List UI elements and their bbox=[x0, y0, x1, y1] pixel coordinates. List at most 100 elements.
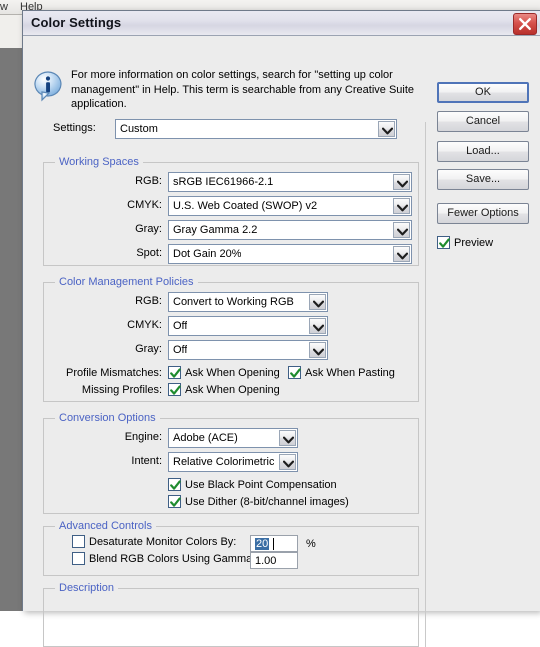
checkbox-black-point-compensation[interactable]: Use Black Point Compensation bbox=[168, 478, 337, 491]
working-spaces-spot-value: Dot Gain 20% bbox=[173, 248, 241, 260]
conversion-intent-label: Intent: bbox=[44, 455, 162, 467]
chevron-down-icon[interactable] bbox=[279, 430, 296, 446]
policies-gray-value: Off bbox=[173, 344, 187, 356]
conversion-row-engine: Engine: Adobe (ACE) bbox=[44, 428, 418, 448]
policies-row-missing-profiles: Missing Profiles: Ask When Opening bbox=[44, 381, 418, 401]
color-settings-dialog: Color Settings bbox=[22, 10, 540, 611]
blend-gamma-value: 1.00 bbox=[255, 555, 276, 567]
working-spaces-cmyk-label: CMYK: bbox=[44, 199, 162, 211]
profile-mismatches-label: Profile Mismatches: bbox=[44, 367, 162, 379]
checkmark-icon bbox=[168, 383, 181, 396]
desaturate-monitor-colors-label: Desaturate Monitor Colors By: bbox=[89, 536, 236, 548]
working-spaces-row-gray: Gray: Gray Gamma 2.2 bbox=[44, 220, 418, 240]
working-spaces-group: Working Spaces RGB: sRGB IEC61966-2.1 CM… bbox=[43, 162, 419, 266]
chevron-down-icon[interactable] bbox=[309, 318, 326, 334]
working-spaces-row-spot: Spot: Dot Gain 20% bbox=[44, 244, 418, 264]
checkbox-missing-opening-label: Ask When Opening bbox=[185, 384, 280, 396]
conversion-row-intent: Intent: Relative Colorimetric bbox=[44, 452, 418, 472]
policies-title: Color Management Policies bbox=[55, 276, 198, 288]
chevron-down-icon[interactable] bbox=[309, 342, 326, 358]
desaturate-value-input[interactable]: 20 bbox=[250, 535, 298, 552]
conversion-title: Conversion Options bbox=[55, 412, 160, 424]
policies-cmyk-select[interactable]: Off bbox=[168, 316, 328, 336]
chevron-down-icon[interactable] bbox=[393, 174, 410, 190]
policies-cmyk-label: CMYK: bbox=[44, 319, 162, 331]
checkbox-box bbox=[72, 552, 85, 565]
dialog-title: Color Settings bbox=[31, 15, 121, 30]
checkmark-icon bbox=[437, 236, 450, 249]
chevron-down-icon[interactable] bbox=[393, 198, 410, 214]
settings-row: Settings: Custom bbox=[31, 119, 419, 139]
working-spaces-spot-select[interactable]: Dot Gain 20% bbox=[168, 244, 412, 264]
policies-rgb-value: Convert to Working RGB bbox=[173, 296, 294, 308]
working-spaces-row-rgb: RGB: sRGB IEC61966-2.1 bbox=[44, 172, 418, 192]
policies-rgb-label: RGB: bbox=[44, 295, 162, 307]
use-dither-label: Use Dither (8-bit/channel images) bbox=[185, 496, 349, 508]
working-spaces-row-cmyk: CMYK: U.S. Web Coated (SWOP) v2 bbox=[44, 196, 418, 216]
description-group: Description bbox=[43, 588, 419, 647]
checkbox-mismatch-ask-when-pasting[interactable]: Ask When Pasting bbox=[288, 366, 395, 379]
desaturate-value: 20 bbox=[255, 538, 269, 550]
text-caret bbox=[273, 538, 274, 550]
working-spaces-gray-value: Gray Gamma 2.2 bbox=[173, 224, 257, 236]
cancel-button[interactable]: Cancel bbox=[437, 111, 529, 132]
checkbox-missing-ask-when-opening[interactable]: Ask When Opening bbox=[168, 383, 280, 396]
checkbox-preview[interactable]: Preview bbox=[437, 236, 493, 249]
working-spaces-spot-label: Spot: bbox=[44, 247, 162, 259]
info-message: For more information on color settings, … bbox=[71, 68, 419, 112]
policies-cmyk-value: Off bbox=[173, 320, 187, 332]
working-spaces-cmyk-value: U.S. Web Coated (SWOP) v2 bbox=[173, 200, 317, 212]
conversion-intent-value: Relative Colorimetric bbox=[173, 456, 274, 468]
checkbox-use-dither[interactable]: Use Dither (8-bit/channel images) bbox=[168, 495, 349, 508]
load-button[interactable]: Load... bbox=[437, 141, 529, 162]
checkbox-mismatch-ask-when-opening[interactable]: Ask When Opening bbox=[168, 366, 280, 379]
conversion-engine-select[interactable]: Adobe (ACE) bbox=[168, 428, 298, 448]
dialog-body: For more information on color settings, … bbox=[23, 36, 540, 611]
fewer-options-button[interactable]: Fewer Options bbox=[437, 203, 529, 224]
chevron-down-icon[interactable] bbox=[279, 454, 296, 470]
checkmark-icon bbox=[288, 366, 301, 379]
policies-row-rgb: RGB: Convert to Working RGB bbox=[44, 292, 418, 312]
ok-button[interactable]: OK bbox=[437, 82, 529, 103]
conversion-options-group: Conversion Options Engine: Adobe (ACE) I… bbox=[43, 418, 419, 514]
conversion-engine-label: Engine: bbox=[44, 431, 162, 443]
checkbox-mismatch-opening-label: Ask When Opening bbox=[185, 367, 280, 379]
blend-gamma-input[interactable]: 1.00 bbox=[250, 552, 298, 569]
chevron-down-icon[interactable] bbox=[393, 246, 410, 262]
policies-gray-label: Gray: bbox=[44, 343, 162, 355]
blend-rgb-colors-label: Blend RGB Colors Using Gamma: bbox=[89, 553, 255, 565]
preview-label: Preview bbox=[454, 237, 493, 249]
policies-gray-select[interactable]: Off bbox=[168, 340, 328, 360]
settings-label: Settings: bbox=[53, 122, 96, 134]
missing-profiles-label: Missing Profiles: bbox=[44, 384, 162, 396]
close-icon[interactable] bbox=[513, 13, 537, 35]
working-spaces-gray-label: Gray: bbox=[44, 223, 162, 235]
advanced-controls-group: Advanced Controls Desaturate Monitor Col… bbox=[43, 526, 419, 576]
working-spaces-gray-select[interactable]: Gray Gamma 2.2 bbox=[168, 220, 412, 240]
settings-select[interactable]: Custom bbox=[115, 119, 397, 139]
policies-rgb-select[interactable]: Convert to Working RGB bbox=[168, 292, 328, 312]
settings-select-value: Custom bbox=[120, 123, 158, 135]
dialog-titlebar[interactable]: Color Settings bbox=[23, 11, 540, 36]
conversion-engine-value: Adobe (ACE) bbox=[173, 432, 238, 444]
menu-item-window[interactable]: w bbox=[0, 1, 8, 13]
working-spaces-rgb-select[interactable]: sRGB IEC61966-2.1 bbox=[168, 172, 412, 192]
working-spaces-title: Working Spaces bbox=[55, 156, 143, 168]
advanced-controls-title: Advanced Controls bbox=[55, 520, 156, 532]
conversion-intent-select[interactable]: Relative Colorimetric bbox=[168, 452, 298, 472]
checkbox-blend-rgb-colors[interactable]: Blend RGB Colors Using Gamma: bbox=[72, 552, 255, 565]
working-spaces-cmyk-select[interactable]: U.S. Web Coated (SWOP) v2 bbox=[168, 196, 412, 216]
chevron-down-icon[interactable] bbox=[378, 121, 395, 137]
working-spaces-rgb-value: sRGB IEC61966-2.1 bbox=[173, 176, 273, 188]
chevron-down-icon[interactable] bbox=[393, 222, 410, 238]
chevron-down-icon[interactable] bbox=[309, 294, 326, 310]
checkmark-icon bbox=[168, 366, 181, 379]
checkbox-desaturate-monitor-colors[interactable]: Desaturate Monitor Colors By: bbox=[72, 535, 236, 548]
working-spaces-rgb-label: RGB: bbox=[44, 175, 162, 187]
checkbox-mismatch-pasting-label: Ask When Pasting bbox=[305, 367, 395, 379]
save-button[interactable]: Save... bbox=[437, 169, 529, 190]
checkmark-icon bbox=[168, 495, 181, 508]
policies-row-cmyk: CMYK: Off bbox=[44, 316, 418, 336]
color-management-policies-group: Color Management Policies RGB: Convert t… bbox=[43, 282, 419, 402]
info-icon bbox=[32, 70, 66, 104]
